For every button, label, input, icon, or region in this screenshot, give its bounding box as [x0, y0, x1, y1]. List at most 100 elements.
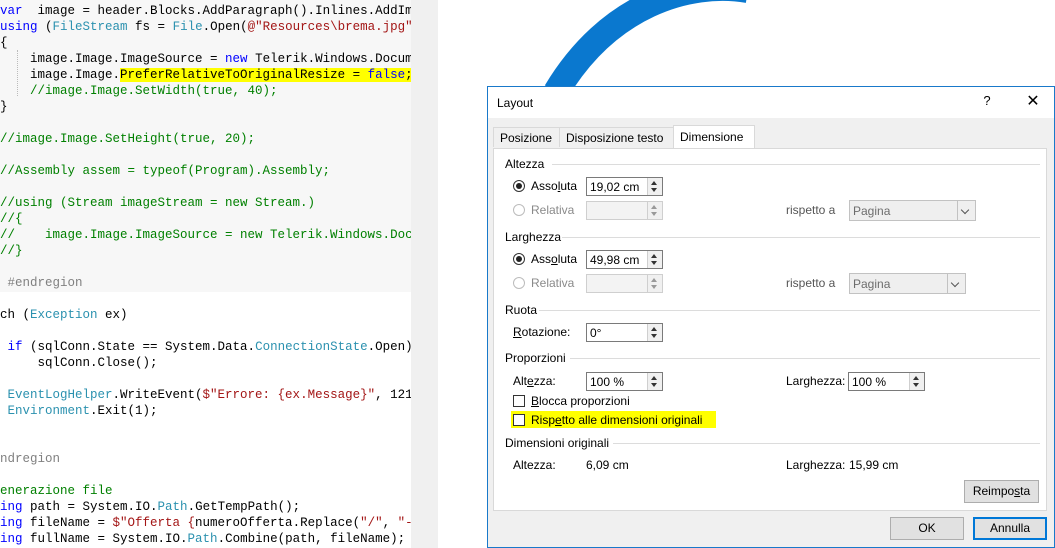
code-line: enerazione file	[0, 484, 113, 498]
scale-group-label: Proporzioni	[505, 351, 566, 365]
rotate-group-label: Ruota	[505, 303, 538, 317]
divider	[562, 237, 1040, 238]
height-absolute-radio[interactable]	[513, 180, 525, 192]
width-relative-to-select[interactable]: Pagina	[849, 273, 966, 294]
code-line: image.Image.ImageSource = new Telerik.Wi…	[0, 52, 411, 66]
scale-width-value[interactable]: 100 %	[852, 375, 886, 389]
cancel-button[interactable]: Annulla	[973, 517, 1047, 540]
height-relative-to-select[interactable]: Pagina	[849, 200, 976, 221]
chevron-down-icon[interactable]	[947, 274, 965, 293]
code-line: if (sqlConn.State == System.Data.Connect…	[0, 340, 412, 354]
height-absolute-spinner[interactable]: 19,02 cm	[586, 177, 663, 196]
code-line: ch (Exception ex)	[0, 308, 128, 322]
code-line: var image = header.Blocks.AddParagraph()…	[0, 4, 411, 18]
spin-up-icon[interactable]	[651, 376, 657, 380]
reset-button[interactable]: Reimposta	[964, 480, 1039, 503]
code-line: using (FileStream fs = File.Open(@"Resou…	[0, 20, 411, 34]
ok-button[interactable]: OK	[890, 517, 964, 540]
help-button[interactable]: ?	[972, 93, 1002, 113]
original-width-label: Larghezza:	[786, 458, 846, 472]
code-line: Environment.Exit(1);	[0, 404, 158, 418]
original-width-value: 15,99 cm	[849, 458, 899, 472]
scale-width-label: Larghezza:	[786, 374, 846, 388]
code-line: //image.Image.SetHeight(true, 20);	[0, 132, 256, 146]
original-size-group-label: Dimensioni originali	[505, 436, 610, 450]
code-line: ing fullName = System.IO.Path.Combine(pa…	[0, 532, 406, 546]
code-line: image.Image.PreferRelativeToOriginalResi…	[0, 67, 411, 83]
tab-posizione[interactable]: Posizione	[493, 127, 560, 147]
spin-up-icon[interactable]	[651, 205, 657, 209]
spin-down-icon[interactable]	[651, 212, 657, 216]
code-line: ing fileName = $"Offerta {numeroOfferta.…	[0, 516, 411, 530]
width-absolute-value[interactable]: 49,98 cm	[590, 253, 639, 267]
scale-height-label: Altezza:	[513, 374, 556, 388]
width-relative-radio[interactable]	[513, 277, 525, 289]
code-line: #endregion	[0, 276, 83, 290]
code-line: //{	[0, 212, 23, 226]
width-relative-to-value: Pagina	[853, 277, 891, 291]
spin-up-icon[interactable]	[651, 181, 657, 185]
spin-up-icon[interactable]	[651, 254, 657, 258]
code-line: ing path = System.IO.Path.GetTempPath();	[0, 500, 301, 514]
original-height-value: 6,09 cm	[586, 458, 629, 472]
tab-dimensione[interactable]: Dimensione	[673, 125, 755, 148]
divider	[613, 443, 1040, 444]
spin-down-icon[interactable]	[651, 383, 657, 387]
lock-aspect-checkbox[interactable]	[513, 395, 525, 407]
width-absolute-radio[interactable]	[513, 253, 525, 265]
spin-down-icon[interactable]	[651, 334, 657, 338]
width-group-label: Larghezza	[505, 230, 562, 244]
scale-width-spinner[interactable]: 100 %	[848, 372, 925, 391]
code-line: //}	[0, 244, 23, 258]
spin-up-icon[interactable]	[651, 327, 657, 331]
height-absolute-label[interactable]: Assoluta	[531, 179, 577, 193]
code-line: //using (Stream imageStream = new Stream…	[0, 196, 316, 210]
code-line: // image.Image.ImageSource = new Telerik…	[0, 228, 411, 242]
rotation-value[interactable]: 0°	[590, 326, 601, 340]
width-relative-spinner[interactable]	[586, 274, 663, 293]
height-relative-to-value: Pagina	[853, 204, 891, 218]
rotation-spinner[interactable]: 0°	[586, 323, 663, 342]
chevron-down-icon[interactable]	[957, 201, 975, 220]
tab-disposizione-testo[interactable]: Disposizione testo	[559, 127, 674, 147]
height-relative-spinner[interactable]	[586, 201, 663, 220]
dialog-title: Layout	[497, 96, 534, 110]
code-line: ndregion	[0, 452, 61, 466]
divider	[539, 310, 1040, 311]
spin-down-icon[interactable]	[651, 188, 657, 192]
width-absolute-spinner[interactable]: 49,98 cm	[586, 250, 663, 269]
height-relative-label: Relativa	[531, 203, 575, 217]
width-relative-label: Relativa	[531, 276, 575, 290]
relative-to-original-checkbox[interactable]	[513, 414, 525, 426]
spin-down-icon[interactable]	[913, 383, 919, 387]
divider	[570, 358, 1040, 359]
rotation-label: Rotazione:	[513, 325, 571, 339]
width-absolute-label[interactable]: Assoluta	[531, 252, 577, 266]
original-height-label: Altezza:	[513, 458, 556, 472]
spin-up-icon[interactable]	[651, 278, 657, 282]
relative-to-original-label[interactable]: Rispetto alle dimensioni originali	[531, 413, 702, 427]
code-line: EventLogHelper.WriteEvent($"Errore: {ex.…	[0, 388, 412, 402]
code-line: //image.Image.SetWidth(true, 40);	[0, 84, 278, 98]
spin-down-icon[interactable]	[651, 285, 657, 289]
height-absolute-value[interactable]: 19,02 cm	[590, 180, 639, 194]
divider	[552, 164, 1040, 165]
dimensione-panel: Altezza Assoluta 19,02 cm Relativa rispe…	[493, 148, 1047, 511]
layout-dialog: Layout ? ✕ Posizione Disposizione testo …	[487, 86, 1055, 548]
code-editor[interactable]: var image = header.Blocks.AddParagraph()…	[0, 0, 411, 548]
close-icon[interactable]: ✕	[1018, 91, 1048, 113]
spin-down-icon[interactable]	[651, 261, 657, 265]
scale-height-value[interactable]: 100 %	[590, 375, 624, 389]
code-line: {	[0, 36, 8, 50]
scale-height-spinner[interactable]: 100 %	[586, 372, 663, 391]
lock-aspect-label[interactable]: Blocca proporzioni	[531, 394, 630, 408]
editor-splitter[interactable]	[411, 0, 438, 548]
height-group-label: Altezza	[505, 157, 545, 171]
code-line: sqlConn.Close();	[0, 356, 158, 370]
width-relative-to-label: rispetto a	[786, 276, 836, 290]
code-line: }	[0, 100, 8, 114]
height-relative-radio[interactable]	[513, 204, 525, 216]
dialog-titlebar[interactable]: Layout ? ✕	[488, 87, 1054, 118]
spin-up-icon[interactable]	[913, 376, 919, 380]
code-line: //Assembly assem = typeof(Program).Assem…	[0, 164, 331, 178]
